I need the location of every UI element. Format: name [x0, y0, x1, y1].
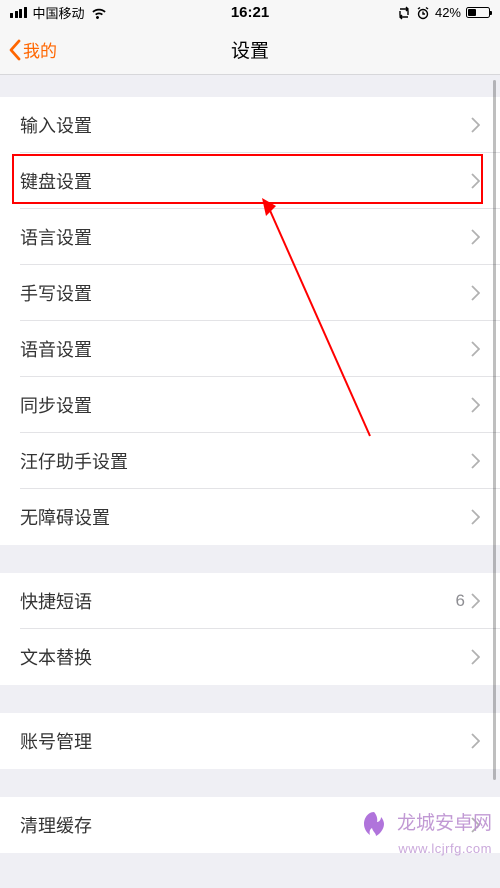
battery-pct: 42% — [435, 5, 461, 20]
chevron-right-icon — [471, 453, 480, 469]
wifi-icon — [91, 7, 107, 19]
row-detail: 6 — [456, 591, 465, 611]
page-title: 设置 — [231, 36, 269, 63]
status-left: 中国移动 — [10, 3, 107, 22]
back-button[interactable]: 我的 — [8, 37, 57, 62]
nav-bar: 我的 设置 — [0, 25, 500, 75]
row-label: 清理缓存 — [20, 812, 92, 838]
status-time: 16:21 — [231, 4, 269, 21]
signal-icon — [10, 7, 27, 18]
row-label: 无障碍设置 — [20, 504, 110, 530]
row-label: 账号管理 — [20, 728, 92, 754]
carrier-label: 中国移动 — [33, 3, 85, 22]
chevron-right-icon — [471, 649, 480, 665]
chevron-right-icon — [471, 341, 480, 357]
row-label: 语音设置 — [20, 336, 92, 362]
loop-icon — [397, 6, 411, 20]
back-label: 我的 — [23, 37, 57, 62]
row-label: 键盘设置 — [20, 168, 92, 194]
row-label: 同步设置 — [20, 392, 92, 418]
row-label: 手写设置 — [20, 280, 92, 306]
battery-icon — [466, 7, 490, 18]
chevron-right-icon — [471, 397, 480, 413]
chevron-right-icon — [471, 285, 480, 301]
chevron-right-icon — [471, 817, 480, 833]
content[interactable]: 输入设置 键盘设置 语言设置 手写设置 语音设置 同步设置 汪仔助手设置 无障 — [0, 75, 500, 888]
row-keyboard-settings[interactable]: 键盘设置 — [0, 153, 500, 209]
row-wangzai-assistant-settings[interactable]: 汪仔助手设置 — [0, 433, 500, 489]
row-label: 语言设置 — [20, 224, 92, 250]
alarm-icon — [416, 6, 430, 20]
row-label: 快捷短语 — [20, 588, 92, 614]
settings-group-2: 快捷短语 6 文本替换 — [0, 573, 500, 685]
chevron-right-icon — [471, 509, 480, 525]
settings-group-1: 输入设置 键盘设置 语言设置 手写设置 语音设置 同步设置 汪仔助手设置 无障 — [0, 97, 500, 545]
row-voice-settings[interactable]: 语音设置 — [0, 321, 500, 377]
chevron-right-icon — [471, 593, 480, 609]
status-right: 42% — [397, 5, 490, 20]
settings-group-4: 清理缓存 — [0, 797, 500, 853]
row-language-settings[interactable]: 语言设置 — [0, 209, 500, 265]
chevron-right-icon — [471, 173, 480, 189]
chevron-left-icon — [8, 39, 21, 61]
row-input-settings[interactable]: 输入设置 — [0, 97, 500, 153]
chevron-right-icon — [471, 733, 480, 749]
row-label: 文本替换 — [20, 644, 92, 670]
row-text-replace[interactable]: 文本替换 — [0, 629, 500, 685]
settings-group-3: 账号管理 — [0, 713, 500, 769]
status-bar: 中国移动 16:21 42% — [0, 0, 500, 25]
row-clear-cache[interactable]: 清理缓存 — [0, 797, 500, 853]
row-account-mgmt[interactable]: 账号管理 — [0, 713, 500, 769]
row-handwriting-settings[interactable]: 手写设置 — [0, 265, 500, 321]
scrollbar[interactable] — [493, 80, 496, 780]
row-sync-settings[interactable]: 同步设置 — [0, 377, 500, 433]
row-accessibility-settings[interactable]: 无障碍设置 — [0, 489, 500, 545]
row-quick-phrases[interactable]: 快捷短语 6 — [0, 573, 500, 629]
chevron-right-icon — [471, 229, 480, 245]
chevron-right-icon — [471, 117, 480, 133]
row-label: 输入设置 — [20, 112, 92, 138]
row-label: 汪仔助手设置 — [20, 448, 128, 474]
